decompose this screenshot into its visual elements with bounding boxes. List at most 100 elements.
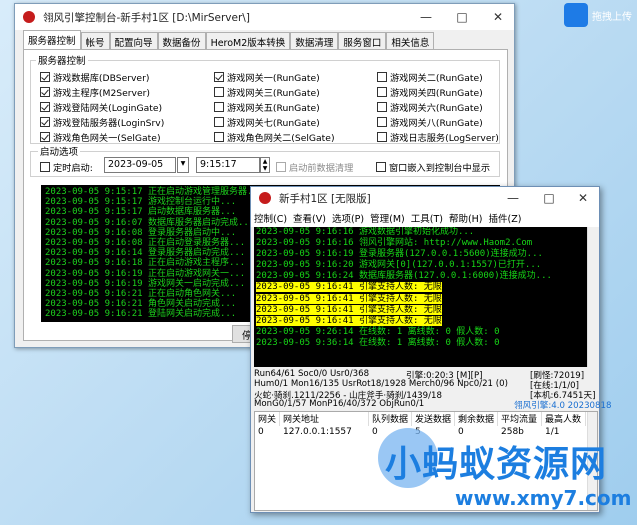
close-button[interactable]: ✕ xyxy=(480,4,516,30)
time-value: 9:15:17 xyxy=(200,159,237,170)
time-input[interactable]: 9:15:17 xyxy=(196,157,260,173)
checkbox-box[interactable] xyxy=(40,72,50,82)
menu-bar: 控制(C) 查看(V) 选项(P) 管理(M) 工具(T) 帮助(H) 插件(Z… xyxy=(251,209,599,227)
upload-label[interactable]: 拖拽上传 xyxy=(592,8,632,23)
menu-options[interactable]: 选项(P) xyxy=(329,211,367,225)
tab-config-wizard[interactable]: 配置向导 xyxy=(109,32,158,49)
checkbox-box[interactable] xyxy=(214,72,224,82)
tab-account[interactable]: 帐号 xyxy=(80,32,110,49)
checkbox-label: 游戏网关二(RunGate) xyxy=(390,73,483,84)
checkbox-box[interactable] xyxy=(214,87,224,97)
calendar-dropdown-icon[interactable]: ▾ xyxy=(177,157,189,173)
checkbox-selgate-1[interactable]: 游戏角色网关一(SelGate) xyxy=(40,130,161,144)
checkbox-logserver[interactable]: 游戏日志服务(LogServer) xyxy=(377,130,499,144)
tab-service-window[interactable]: 服务窗口 xyxy=(338,32,387,49)
status-row: Run64/61 Soc0/0 Usr0/368 引擎:0:20:3 [M][P… xyxy=(254,369,598,381)
checkbox-box[interactable] xyxy=(376,162,386,172)
status-left: Run64/61 Soc0/0 Usr0/368 xyxy=(254,369,370,379)
table-header[interactable]: 剩余数据 xyxy=(455,412,498,426)
checkbox-label: 游戏角色网关一(SelGate) xyxy=(53,133,161,144)
menu-tools[interactable]: 工具(T) xyxy=(408,211,446,225)
checkbox-box[interactable] xyxy=(377,132,387,142)
minimize-button[interactable]: — xyxy=(495,187,531,209)
checkbox-label: 游戏网关七(RunGate) xyxy=(227,118,320,129)
checkbox-box[interactable] xyxy=(276,162,286,172)
log-scrollbar[interactable] xyxy=(587,227,598,367)
checkbox-box[interactable] xyxy=(40,162,50,172)
log-line: 2023-09-05 9:16:16 游戏数据引擎初始化成功... xyxy=(256,227,475,237)
checkbox-rungate-8[interactable]: 游戏网关八(RunGate) xyxy=(377,115,483,129)
time-spinner[interactable]: ▲ ▼ xyxy=(260,157,270,173)
menu-plugins[interactable]: 插件(Z) xyxy=(486,211,525,225)
close-button[interactable]: ✕ xyxy=(565,187,601,209)
status-row: Hum0/1 Mon16/135 UsrRot18/1928 Merch0/96… xyxy=(254,379,598,391)
checkbox-rungate-7[interactable]: 游戏网关七(RunGate) xyxy=(214,115,320,129)
minimize-button[interactable]: — xyxy=(408,4,444,30)
tab-version-convert[interactable]: HeroM2版本转换 xyxy=(205,32,291,49)
tab-server-control[interactable]: 服务器控制 xyxy=(23,30,81,49)
date-value: 2023-09-05 xyxy=(108,159,164,170)
menu-manage[interactable]: 管理(M) xyxy=(367,211,408,225)
checkbox-rungate-4[interactable]: 游戏网关四(RunGate) xyxy=(377,85,483,99)
checkbox-box[interactable] xyxy=(40,87,50,97)
checkbox-label: 游戏网关一(RunGate) xyxy=(227,73,320,84)
log-line-highlight: 2023-09-05 9:16:41 引擎支持人数: 无限 xyxy=(256,293,442,304)
checkbox-label: 启动前数据清理 xyxy=(289,163,354,174)
checkbox-label: 游戏日志服务(LogServer) xyxy=(390,133,499,144)
checkbox-box[interactable] xyxy=(40,132,50,142)
checkbox-loginsrv[interactable]: 游戏登陆服务器(LoginSrv) xyxy=(40,115,164,129)
menu-view[interactable]: 查看(V) xyxy=(290,211,329,225)
checkbox-label: 游戏网关六(RunGate) xyxy=(390,103,483,114)
date-picker[interactable]: 2023-09-05 xyxy=(104,157,176,173)
checkbox-box[interactable] xyxy=(377,102,387,112)
checkbox-box[interactable] xyxy=(40,117,50,127)
checkbox-label: 游戏网关三(RunGate) xyxy=(227,88,320,99)
status-left: Hum0/1 Mon16/135 UsrRot18/1928 Merch0/96… xyxy=(254,379,508,389)
checkbox-rungate-5[interactable]: 游戏网关五(RunGate) xyxy=(214,100,320,114)
checkbox-label: 游戏网关八(RunGate) xyxy=(390,118,483,129)
menu-help[interactable]: 帮助(H) xyxy=(446,211,486,225)
table-header[interactable]: 网关 xyxy=(255,412,280,426)
checkbox-box[interactable] xyxy=(377,87,387,97)
title-bar: 翎风引擎控制台-新手村1区 [D:\MirServer\] — □ ✕ xyxy=(15,4,514,30)
table-header[interactable]: 队列数据 xyxy=(369,412,412,426)
tab-data-clean[interactable]: 数据清理 xyxy=(290,32,339,49)
checkbox-dbserver[interactable]: 游戏数据库(DBServer) xyxy=(40,70,149,84)
checkbox-label: 游戏角色网关二(SelGate) xyxy=(227,133,335,144)
log-line: 2023-09-05 9:36:14 在线数: 1 离线数: 0 假人数: 0 xyxy=(256,337,500,348)
app-icon xyxy=(23,11,35,23)
table-header[interactable]: 最高人数 xyxy=(542,412,586,426)
table-header[interactable]: 网关地址 xyxy=(280,412,369,426)
tab-data-backup[interactable]: 数据备份 xyxy=(157,32,206,49)
checkbox-label: 游戏登陆服务器(LoginSrv) xyxy=(53,118,165,129)
menu-control[interactable]: 控制(C) xyxy=(251,211,290,225)
cloud-icon[interactable] xyxy=(564,3,588,27)
checkbox-selgate-2[interactable]: 游戏角色网关二(SelGate) xyxy=(214,130,335,144)
tab-related-info[interactable]: 相关信息 xyxy=(386,32,435,49)
checkbox-rungate-3[interactable]: 游戏网关三(RunGate) xyxy=(214,85,320,99)
table-cell: 0 xyxy=(372,427,378,437)
checkbox-logingate[interactable]: 游戏登陆网关(LoginGate) xyxy=(40,100,162,114)
checkbox-m2server[interactable]: 游戏主程序(M2Server) xyxy=(40,85,150,99)
maximize-button[interactable]: □ xyxy=(444,4,480,30)
checkbox-label: 游戏登陆网关(LoginGate) xyxy=(53,103,163,114)
table-header[interactable]: 平均流量 xyxy=(498,412,542,426)
checkbox-box[interactable] xyxy=(377,117,387,127)
server-log-console: 2023-09-05 9:16:16 游戏数据引擎初始化成功... 2023-0… xyxy=(254,227,598,367)
checkbox-box[interactable] xyxy=(40,102,50,112)
title-bar: 新手村1区 [无限版] — □ ✕ xyxy=(251,187,599,209)
checkbox-embed-window[interactable]: 窗口嵌入到控制台中显示 xyxy=(376,160,490,174)
checkbox-rungate-1[interactable]: 游戏网关一(RunGate) xyxy=(214,70,320,84)
checkbox-box[interactable] xyxy=(214,132,224,142)
checkbox-box[interactable] xyxy=(214,117,224,127)
checkbox-label: 定时启动: xyxy=(53,163,93,174)
checkbox-box[interactable] xyxy=(214,102,224,112)
checkbox-rungate-6[interactable]: 游戏网关六(RunGate) xyxy=(377,100,483,114)
table-header[interactable]: 发送数据 xyxy=(412,412,455,426)
checkbox-box[interactable] xyxy=(377,72,387,82)
checkbox-rungate-2[interactable]: 游戏网关二(RunGate) xyxy=(377,70,483,84)
maximize-button[interactable]: □ xyxy=(531,187,567,209)
checkbox-pre-clean[interactable]: 启动前数据清理 xyxy=(276,160,353,174)
log-line-highlight: 2023-09-05 9:16:41 引擎支持人数: 无限 xyxy=(256,304,442,315)
checkbox-timed-start[interactable]: 定时启动: xyxy=(40,160,93,174)
